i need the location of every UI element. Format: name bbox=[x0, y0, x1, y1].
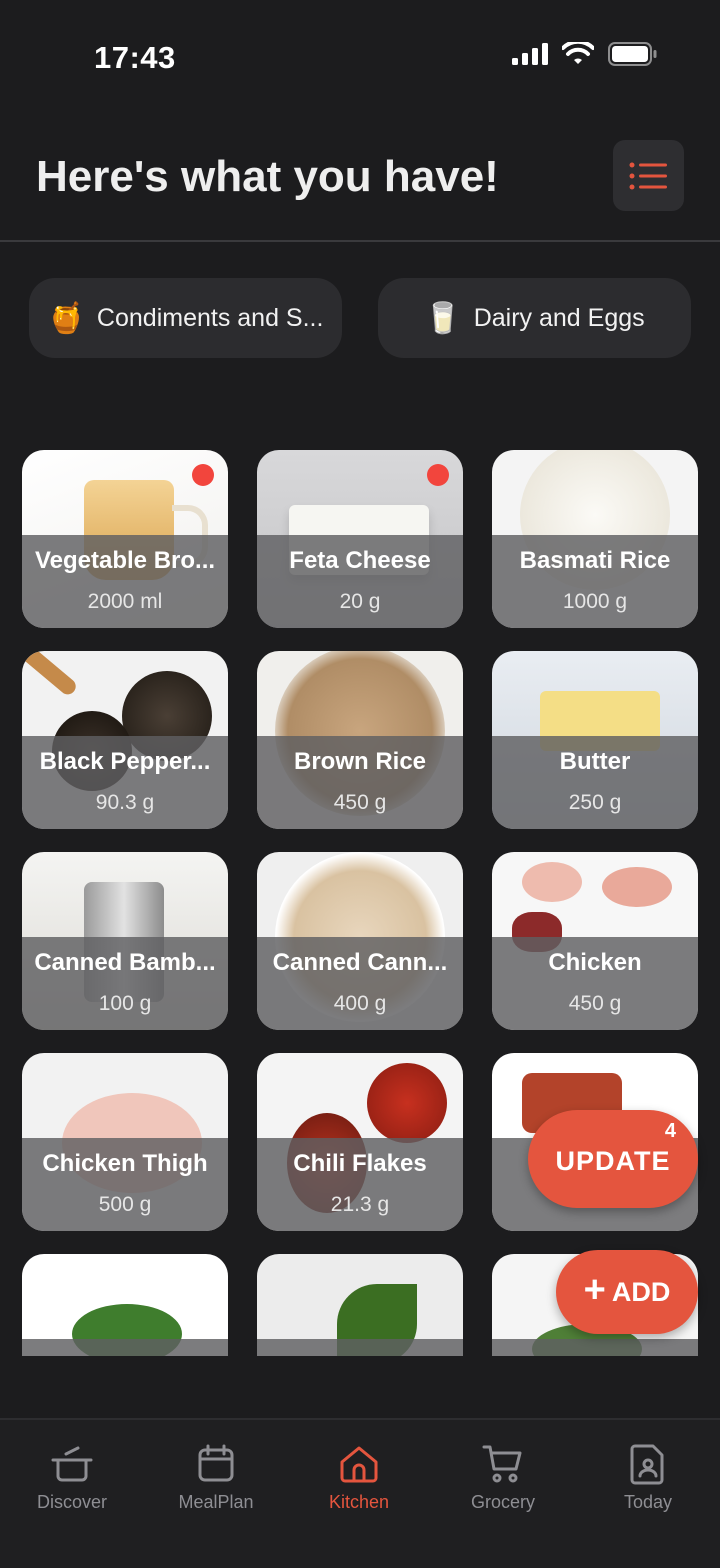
card-overlay: Chicken 450 g bbox=[492, 937, 698, 1030]
page-title: Here's what you have! bbox=[36, 152, 499, 201]
item-name: Canned Cann... bbox=[272, 949, 448, 976]
low-stock-dot bbox=[427, 464, 449, 486]
item-name: Basmati Rice bbox=[519, 547, 671, 574]
tab-mealplan[interactable]: MealPlan bbox=[156, 1442, 276, 1513]
item-name: Feta Cheese bbox=[289, 547, 431, 574]
item-quantity: 400 g bbox=[333, 992, 387, 1015]
pantry-item-card[interactable]: Chicken Thigh 500 g bbox=[22, 1053, 228, 1231]
battery-icon bbox=[608, 42, 657, 66]
wifi-icon bbox=[562, 42, 594, 64]
menu-button[interactable] bbox=[613, 140, 684, 211]
pantry-item-card[interactable]: Basmati Rice 1000 g bbox=[492, 450, 698, 628]
home-icon bbox=[340, 1446, 378, 1483]
add-label: ADD bbox=[611, 1276, 671, 1307]
tab-today[interactable]: Today bbox=[588, 1442, 708, 1513]
header: Here's what you have! bbox=[0, 120, 720, 242]
item-quantity: 1000 g bbox=[562, 590, 628, 613]
low-stock-dot bbox=[192, 464, 214, 486]
item-name: Chicken Thigh bbox=[42, 1150, 208, 1177]
update-button[interactable]: UPDATE 4 bbox=[528, 1110, 698, 1208]
tab-label: Discover bbox=[36, 1492, 107, 1512]
card-overlay: Basmati Rice 1000 g bbox=[492, 535, 698, 628]
document-person-icon bbox=[630, 1444, 664, 1485]
calendar-icon bbox=[198, 1444, 234, 1482]
item-quantity: 2000 ml bbox=[87, 590, 163, 613]
card-overlay: Canned Bamb... 100 g bbox=[22, 937, 228, 1030]
card-overlay: Black Pepper... 90.3 g bbox=[22, 736, 228, 829]
card-overlay: Chili Flakes 21.3 g bbox=[257, 1138, 463, 1231]
card-overlay: Brown Rice 450 g bbox=[257, 736, 463, 829]
card-overlay: Vegetable Bro... 2000 ml bbox=[22, 535, 228, 628]
pantry-item-card[interactable]: Brown Rice 450 g bbox=[257, 651, 463, 829]
category-chip-condiments[interactable]: 🍯 Condiments and S... bbox=[29, 278, 342, 358]
card-overlay bbox=[22, 1339, 228, 1356]
pantry-item-card[interactable] bbox=[257, 1254, 463, 1356]
status-bar: 17:43 bbox=[0, 0, 720, 110]
list-icon bbox=[629, 162, 667, 189]
pantry-item-card[interactable]: Butter 250 g bbox=[492, 651, 698, 829]
item-name: Chili Flakes bbox=[293, 1150, 427, 1177]
plus-icon: + bbox=[583, 1269, 606, 1311]
cart-icon bbox=[482, 1445, 522, 1483]
item-name: Canned Bamb... bbox=[34, 949, 216, 976]
item-quantity: 100 g bbox=[98, 992, 152, 1015]
signal-icon bbox=[512, 43, 548, 65]
card-overlay: Canned Cann... 400 g bbox=[257, 937, 463, 1030]
item-name: Butter bbox=[559, 748, 631, 775]
honey-pot-icon: 🍯 bbox=[47, 301, 85, 335]
update-count-badge: 4 bbox=[664, 1120, 676, 1142]
tab-discover[interactable]: Discover bbox=[12, 1442, 132, 1513]
tab-grocery[interactable]: Grocery bbox=[443, 1442, 563, 1513]
milk-glass-icon: 🥛 bbox=[424, 301, 462, 335]
item-quantity: 20 g bbox=[339, 590, 381, 613]
tab-bar: Discover MealPlan Kitchen Grocery Today bbox=[0, 1418, 720, 1568]
item-name: Vegetable Bro... bbox=[34, 547, 216, 574]
status-icons bbox=[512, 42, 658, 66]
pantry-item-card[interactable]: Feta Cheese 20 g bbox=[257, 450, 463, 628]
item-quantity: 450 g bbox=[333, 791, 387, 814]
status-time: 17:43 bbox=[94, 40, 176, 75]
pantry-grid: Vegetable Bro... 2000 ml Feta Cheese 20 … bbox=[0, 450, 720, 1356]
tab-kitchen[interactable]: Kitchen bbox=[299, 1442, 419, 1513]
pantry-item-card[interactable]: Black Pepper... 90.3 g bbox=[22, 651, 228, 829]
pantry-item-card[interactable]: Chili Flakes 21.3 g bbox=[257, 1053, 463, 1231]
tab-label: Today bbox=[623, 1492, 673, 1512]
pantry-item-card[interactable]: Vegetable Bro... 2000 ml bbox=[22, 450, 228, 628]
item-name: Chicken bbox=[548, 949, 642, 976]
category-label: Dairy and Eggs bbox=[473, 303, 645, 332]
category-chip-dairy[interactable]: 🥛 Dairy and Eggs bbox=[378, 278, 691, 358]
item-quantity: 450 g bbox=[568, 992, 622, 1015]
category-label: Condiments and S... bbox=[96, 303, 324, 332]
item-name: Black Pepper... bbox=[39, 748, 211, 775]
card-overlay: Butter 250 g bbox=[492, 736, 698, 829]
item-quantity: 90.3 g bbox=[95, 791, 155, 814]
card-overlay bbox=[492, 1339, 698, 1356]
pot-icon bbox=[51, 1446, 93, 1482]
pantry-item-card[interactable]: Canned Cann... 400 g bbox=[257, 852, 463, 1030]
item-quantity: 250 g bbox=[568, 791, 622, 814]
card-overlay: Chicken Thigh 500 g bbox=[22, 1138, 228, 1231]
pantry-item-card[interactable] bbox=[22, 1254, 228, 1356]
card-overlay bbox=[257, 1339, 463, 1356]
update-label: UPDATE bbox=[555, 1145, 671, 1176]
item-name: Brown Rice bbox=[293, 748, 427, 775]
pantry-item-card[interactable]: Chicken 450 g bbox=[492, 852, 698, 1030]
tab-label: Kitchen bbox=[328, 1492, 390, 1512]
add-button[interactable]: + ADD bbox=[556, 1250, 698, 1334]
tab-label: MealPlan bbox=[178, 1492, 254, 1512]
pantry-item-card[interactable]: Canned Bamb... 100 g bbox=[22, 852, 228, 1030]
card-overlay: Feta Cheese 20 g bbox=[257, 535, 463, 628]
item-quantity: 500 g bbox=[98, 1193, 152, 1216]
item-quantity: 21.3 g bbox=[330, 1193, 390, 1216]
tab-label: Grocery bbox=[470, 1492, 535, 1512]
